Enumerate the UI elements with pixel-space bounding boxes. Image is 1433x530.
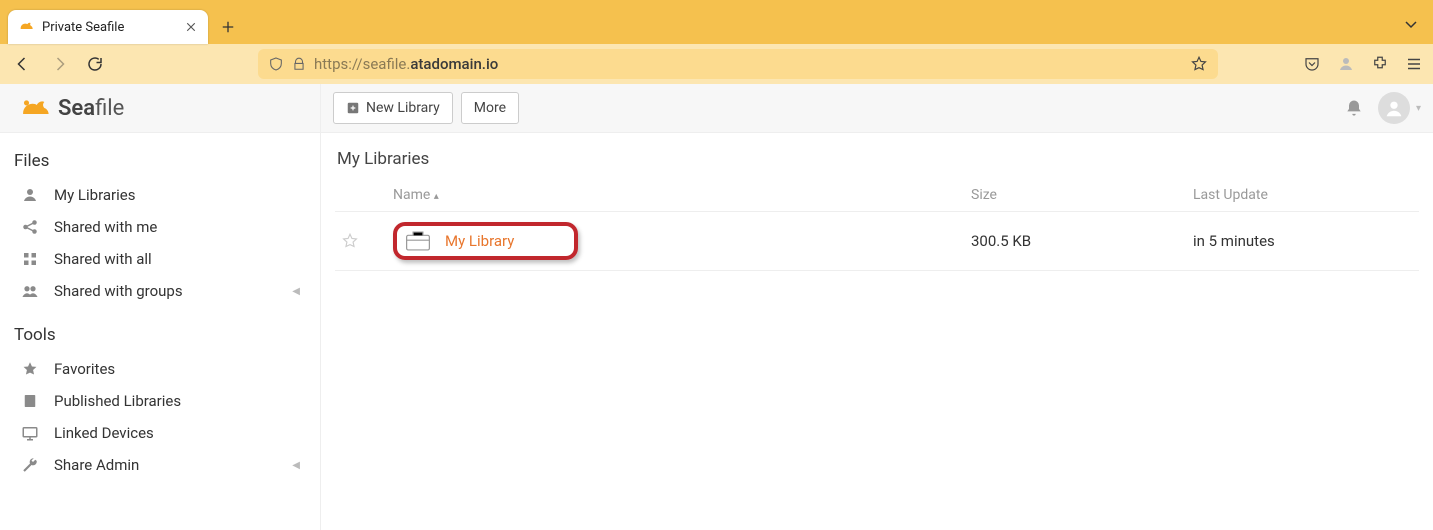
chevron-left-icon: ◀: [292, 460, 300, 471]
app-root: Seafile Files My Libraries Shared with m…: [0, 84, 1433, 530]
brand-logo[interactable]: Seafile: [0, 84, 320, 133]
sidebar-item-label: Published Libraries: [54, 392, 181, 410]
browser-tab-strip: Private Seafile: [0, 0, 1433, 44]
person-icon: [20, 186, 40, 204]
new-library-button[interactable]: New Library: [333, 92, 453, 124]
column-star: [335, 179, 387, 212]
sidebar-item-share-admin[interactable]: Share Admin ◀: [10, 449, 310, 481]
address-bar[interactable]: https://seafile.atadomain.io: [258, 49, 1218, 79]
library-size: 300.5 KB: [965, 212, 1187, 271]
extensions-icon[interactable]: [1371, 55, 1389, 73]
browser-toolbar: https://seafile.atadomain.io: [0, 44, 1433, 84]
more-button[interactable]: More: [461, 92, 519, 124]
sidebar-item-label: Shared with me: [54, 218, 157, 236]
sidebar-item-published-libraries[interactable]: Published Libraries: [10, 385, 310, 417]
library-name-link[interactable]: My Library: [445, 232, 514, 250]
brand-text: Seafile: [58, 96, 124, 121]
book-icon: [20, 392, 40, 410]
menu-icon[interactable]: [1405, 55, 1423, 73]
libraries-table: Name ▴ Size Last Update My Library: [335, 179, 1419, 271]
user-avatar[interactable]: [1378, 92, 1410, 124]
sidebar-item-shared-with-me[interactable]: Shared with me: [10, 211, 310, 243]
tab-close-icon[interactable]: [184, 20, 198, 34]
wrench-icon: [20, 456, 40, 474]
org-icon: [20, 250, 40, 268]
new-tab-button[interactable]: [214, 13, 242, 41]
tab-favicon: [18, 19, 34, 35]
content-area: My Libraries Name ▴ Size Last Update: [321, 133, 1433, 281]
lock-icon[interactable]: [292, 57, 306, 71]
pocket-icon[interactable]: [1303, 55, 1321, 73]
tab-title: Private Seafile: [42, 20, 176, 35]
sort-asc-icon: ▴: [434, 191, 439, 202]
button-label: New Library: [366, 100, 440, 116]
main-panel: New Library More ▾ My Libraries Name ▴ S…: [321, 84, 1433, 530]
column-last-update[interactable]: Last Update: [1187, 179, 1419, 212]
column-name[interactable]: Name ▴: [387, 179, 965, 212]
sidebar-item-my-libraries[interactable]: My Libraries: [10, 179, 310, 211]
chevron-down-icon[interactable]: ▾: [1416, 103, 1421, 114]
button-label: More: [474, 100, 506, 116]
page-title: My Libraries: [335, 143, 1419, 179]
back-button[interactable]: [10, 51, 36, 77]
group-icon: [20, 282, 40, 300]
sidebar-item-label: Favorites: [54, 360, 115, 378]
sidebar-item-label: Shared with all: [54, 250, 152, 268]
seafile-logo-icon: [18, 94, 52, 122]
tabs-overflow-icon[interactable]: [1403, 16, 1419, 32]
sidebar-item-label: Shared with groups: [54, 282, 183, 300]
star-icon: [20, 360, 40, 378]
reload-button[interactable]: [82, 51, 108, 77]
sidebar-item-linked-devices[interactable]: Linked Devices: [10, 417, 310, 449]
sidebar-item-label: Linked Devices: [54, 424, 154, 442]
sidebar-item-label: My Libraries: [54, 186, 135, 204]
sidebar-item-label: Share Admin: [54, 456, 139, 474]
chevron-left-icon: ◀: [292, 286, 300, 297]
sidebar-header-files: Files: [10, 145, 310, 179]
sidebar-item-shared-with-groups[interactable]: Shared with groups ◀: [10, 275, 310, 307]
library-last-update: in 5 minutes: [1187, 212, 1419, 271]
sidebar: Seafile Files My Libraries Shared with m…: [0, 84, 321, 530]
highlight-annotation: My Library: [393, 222, 578, 260]
star-toggle-icon[interactable]: [341, 232, 381, 250]
share-icon: [20, 218, 40, 236]
table-row[interactable]: My Library 300.5 KB in 5 minutes: [335, 212, 1419, 271]
sidebar-header-tools: Tools: [10, 319, 310, 353]
browser-tab[interactable]: Private Seafile: [8, 10, 208, 44]
library-icon: [405, 230, 431, 252]
sidebar-item-favorites[interactable]: Favorites: [10, 353, 310, 385]
shield-icon[interactable]: [268, 56, 284, 72]
url-text: https://seafile.atadomain.io: [314, 55, 1182, 73]
column-size[interactable]: Size: [965, 179, 1187, 212]
bookmark-star-icon[interactable]: [1190, 55, 1208, 73]
account-icon[interactable]: [1337, 55, 1355, 73]
toolbar: New Library More ▾: [321, 84, 1433, 133]
sidebar-item-shared-with-all[interactable]: Shared with all: [10, 243, 310, 275]
notifications-icon[interactable]: [1344, 98, 1364, 118]
plus-square-icon: [346, 101, 360, 115]
forward-button[interactable]: [46, 51, 72, 77]
monitor-icon: [20, 424, 40, 442]
